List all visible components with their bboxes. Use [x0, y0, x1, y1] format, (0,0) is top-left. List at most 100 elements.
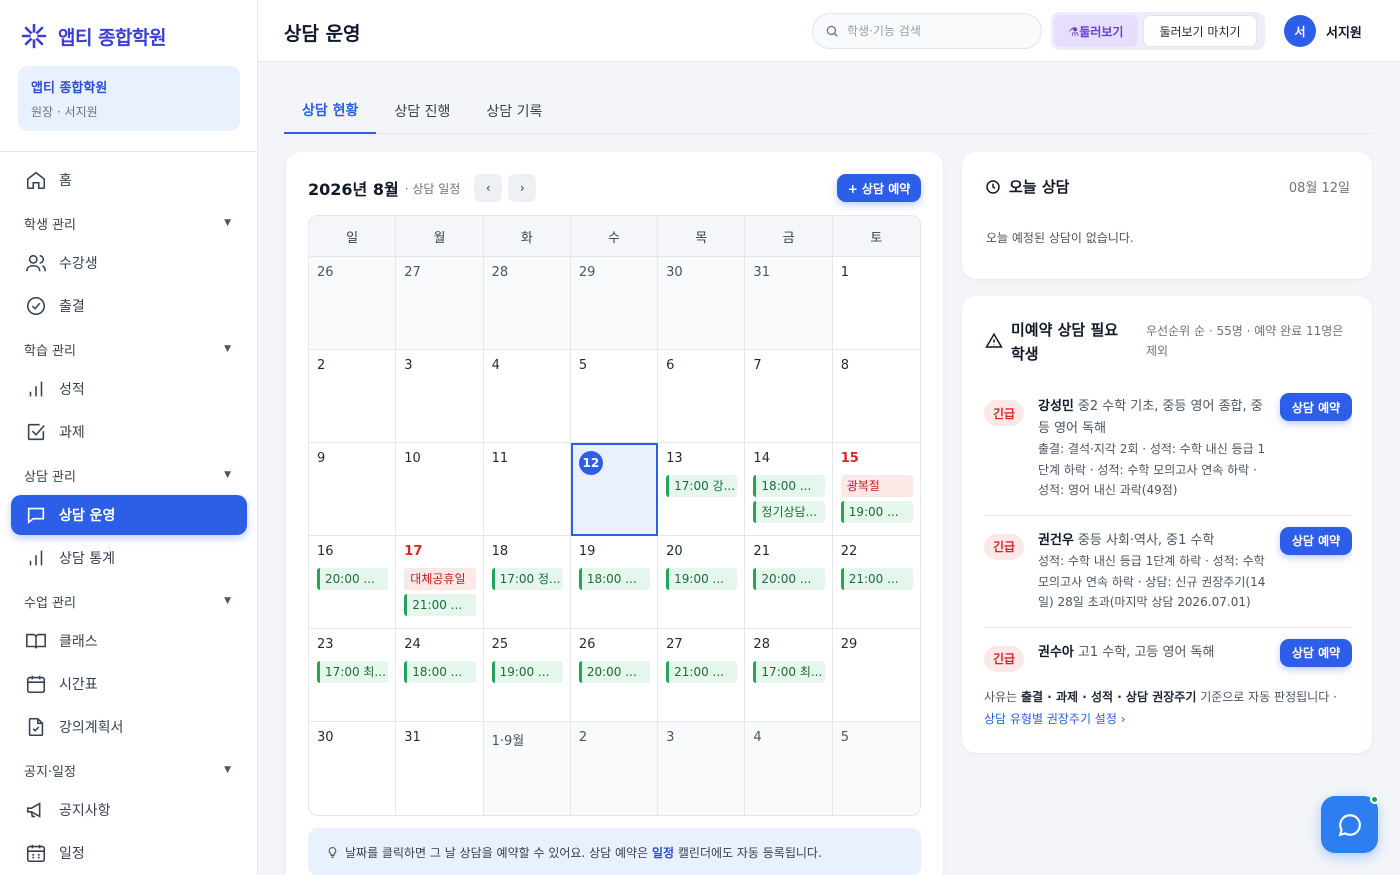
sidebar-item-notice[interactable]: 공지사항: [11, 790, 247, 830]
calendar-day[interactable]: 29: [570, 257, 659, 350]
student-name[interactable]: 권건우: [1038, 533, 1074, 548]
counseling-event[interactable]: 17:00 최...: [317, 661, 389, 683]
tab-status[interactable]: 상담 현황: [284, 88, 377, 134]
calendar-day[interactable]: 14 18:00 ... 정기상담...: [745, 443, 833, 536]
next-month-button[interactable]: ›: [508, 174, 537, 202]
counseling-event[interactable]: 19:00 ...: [840, 501, 913, 523]
calendar-day[interactable]: 8: [832, 350, 920, 443]
counseling-event[interactable]: 21:00 ...: [666, 661, 738, 683]
calendar-day[interactable]: 7: [745, 350, 833, 443]
counseling-event[interactable]: 정기상담...: [753, 501, 825, 523]
counseling-event[interactable]: 20:00 ...: [317, 568, 389, 590]
calendar-day[interactable]: 2: [309, 350, 397, 443]
tab-progress[interactable]: 상담 진행: [376, 88, 468, 134]
calendar-day[interactable]: 30: [309, 722, 397, 815]
counseling-event[interactable]: 17:00 강...: [666, 475, 738, 497]
calendar-day[interactable]: 20 19:00 ...: [658, 536, 746, 629]
calendar-day[interactable]: 16 20:00 ...: [309, 536, 397, 629]
sidebar-item-syllabus[interactable]: 강의계획서: [11, 707, 247, 747]
megaphone-icon: [26, 802, 41, 818]
book-counseling-button[interactable]: + 상담 예약: [837, 174, 921, 202]
counseling-event[interactable]: 17:00 최...: [753, 661, 825, 683]
counseling-event[interactable]: 18:00 ...: [753, 475, 825, 497]
calendar-day[interactable]: 19 18:00 ...: [570, 536, 659, 629]
search-input[interactable]: [847, 24, 1027, 38]
sidebar-item-counseling-stats[interactable]: 상담 통계: [11, 538, 247, 578]
calendar-day[interactable]: 4: [483, 350, 571, 443]
chat-support-button[interactable]: [1321, 796, 1378, 853]
calendar-day[interactable]: 29: [832, 629, 920, 722]
sidebar-item-attendance[interactable]: 출결: [11, 286, 247, 326]
calendar-day[interactable]: 24 18:00 ...: [396, 629, 484, 722]
calendar-day[interactable]: 13 17:00 강...: [658, 443, 746, 536]
calendar-day[interactable]: 15 광복절 19:00 ...: [832, 443, 920, 536]
counseling-event[interactable]: 20:00 ...: [753, 568, 825, 590]
logo[interactable]: 앱티 종합학원: [20, 22, 167, 50]
student-name[interactable]: 강성민: [1038, 399, 1074, 414]
profile-card[interactable]: 앱티 종합학원 원장 · 서지원: [18, 66, 240, 131]
sidebar-item-students[interactable]: 수강생: [11, 243, 247, 283]
calendar-day[interactable]: 1·9월: [483, 722, 571, 815]
counseling-event[interactable]: 19:00 ...: [491, 661, 563, 683]
calendar-day[interactable]: 3: [396, 350, 484, 443]
calendar-day-today[interactable]: 12: [570, 443, 659, 536]
avatar[interactable]: 서: [1284, 15, 1316, 47]
calendar-day[interactable]: 10: [396, 443, 484, 536]
end-preview-button[interactable]: 둘러보기 마치기: [1143, 15, 1257, 47]
calendar-day[interactable]: 6: [658, 350, 746, 443]
calendar-day[interactable]: 25 19:00 ...: [483, 629, 571, 722]
counseling-event[interactable]: 18:00 ...: [404, 661, 476, 683]
preview-button[interactable]: ⚗둘러보기: [1054, 15, 1138, 47]
sidebar-group-learning[interactable]: 학습 관리 ▼: [11, 329, 247, 369]
calendar-day[interactable]: 1: [832, 257, 920, 350]
calendar-day[interactable]: 23 17:00 최...: [309, 629, 397, 722]
counseling-event[interactable]: 18:00 ...: [578, 568, 651, 590]
calendar-day[interactable]: 26: [309, 257, 397, 350]
counseling-event[interactable]: 21:00 ...: [404, 594, 476, 616]
calendar-day[interactable]: 27 21:00 ...: [658, 629, 746, 722]
sidebar-group-counseling[interactable]: 상담 관리 ▼: [11, 455, 247, 495]
student-name[interactable]: 권수아: [1038, 645, 1074, 660]
calendar-day[interactable]: 18 17:00 정...: [483, 536, 571, 629]
calendar-day[interactable]: 28 17:00 최...: [745, 629, 833, 722]
counseling-event[interactable]: 17:00 정...: [491, 568, 563, 590]
sidebar-item-class[interactable]: 클래스: [11, 621, 247, 661]
sidebar-item-grades[interactable]: 성적: [11, 369, 247, 409]
recommend-cycle-settings-link[interactable]: 상담 유형별 권장주기 설정 ›: [984, 712, 1126, 726]
counseling-event[interactable]: 20:00 ...: [578, 661, 651, 683]
calendar-day[interactable]: 31: [745, 257, 833, 350]
calendar-day[interactable]: 5: [570, 350, 659, 443]
calendar-day[interactable]: 21 20:00 ...: [745, 536, 833, 629]
calendar-day[interactable]: 30: [658, 257, 746, 350]
sidebar-item-timetable[interactable]: 시간표: [11, 664, 247, 704]
calendar-day[interactable]: 9: [309, 443, 397, 536]
calendar-day[interactable]: 4: [745, 722, 833, 815]
counseling-event[interactable]: 21:00 ...: [840, 568, 913, 590]
sidebar-item-home[interactable]: 홈: [11, 160, 247, 200]
sidebar-group-students[interactable]: 학생 관리 ▼: [11, 203, 247, 243]
calendar-day[interactable]: 27: [396, 257, 484, 350]
tab-records[interactable]: 상담 기록: [468, 88, 560, 134]
user-name[interactable]: 서지원: [1326, 22, 1362, 41]
sidebar-item-homework[interactable]: 과제: [11, 412, 247, 452]
book-student-button[interactable]: 상담 예약: [1280, 638, 1352, 667]
calendar-day[interactable]: 5: [832, 722, 920, 815]
calendar-title: 2026년 8월: [308, 180, 399, 199]
calendar-day[interactable]: 26 20:00 ...: [570, 629, 659, 722]
book-student-button[interactable]: 상담 예약: [1280, 526, 1352, 555]
calendar-day[interactable]: 2: [570, 722, 659, 815]
prev-month-button[interactable]: ‹: [474, 174, 503, 202]
calendar-day[interactable]: 17 대체공휴일 21:00 ...: [396, 536, 484, 629]
calendar-day[interactable]: 11: [483, 443, 571, 536]
counseling-event[interactable]: 19:00 ...: [666, 568, 738, 590]
calendar-day[interactable]: 3: [658, 722, 746, 815]
calendar-day[interactable]: 28: [483, 257, 571, 350]
calendar-day[interactable]: 31: [396, 722, 484, 815]
sidebar-item-schedule[interactable]: 일정: [11, 833, 247, 873]
sidebar-group-notice[interactable]: 공지·일정 ▼: [11, 750, 247, 790]
calendar-day[interactable]: 22 21:00 ...: [832, 536, 920, 629]
sidebar-item-counseling-ops[interactable]: 상담 운영: [11, 495, 247, 535]
search-box[interactable]: [812, 13, 1042, 49]
sidebar-group-classes[interactable]: 수업 관리 ▼: [11, 581, 247, 621]
book-student-button[interactable]: 상담 예약: [1280, 393, 1352, 421]
